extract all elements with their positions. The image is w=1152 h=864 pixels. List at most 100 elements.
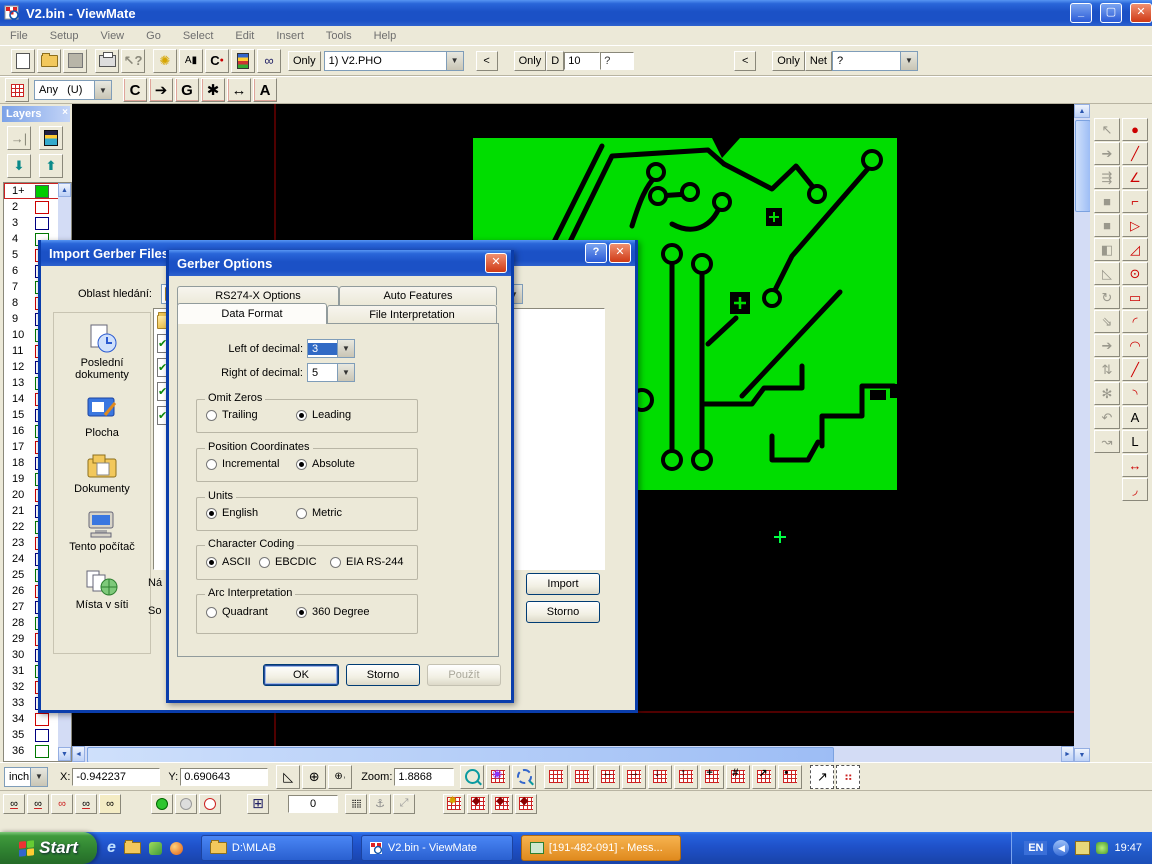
titlebar[interactable]: V2.bin - ViewMate _ ▢ ✕	[0, 0, 1152, 26]
green-app-icon[interactable]	[149, 842, 162, 855]
menu-file[interactable]: File	[10, 30, 28, 42]
shape-tool-button[interactable]: ✱	[201, 78, 225, 102]
apply-button[interactable]: Použít	[427, 664, 501, 686]
circle-tool-button[interactable]: C●	[205, 49, 229, 73]
edit-tool-button[interactable]: ■	[1094, 190, 1120, 213]
tray-icq-icon[interactable]	[1096, 842, 1108, 854]
measure-film-button[interactable]: A▮	[179, 49, 203, 73]
shape-filter-combobox[interactable]: Any (U) ▼	[34, 80, 112, 100]
right-of-decimal-combobox[interactable]: 5 ▼	[307, 363, 355, 382]
save-button[interactable]	[63, 49, 87, 73]
edit-tool-button[interactable]: ⇶	[1094, 166, 1120, 189]
shape-tool-button[interactable]: A	[253, 78, 277, 102]
shape-tool-button[interactable]: G	[175, 78, 199, 102]
draw-tool-button[interactable]: ╱	[1122, 142, 1148, 165]
draw-tool-button[interactable]: ↔	[1122, 454, 1148, 477]
chevron-down-icon[interactable]: ▼	[337, 364, 354, 381]
task-viewmate[interactable]: V2.bin - ViewMate	[361, 835, 513, 861]
only-dcode-button[interactable]: Only	[514, 51, 547, 71]
layer-combobox[interactable]: 1) V2.PHO ▼	[324, 51, 464, 71]
edit-tool-button[interactable]: ➔	[1094, 142, 1120, 165]
view-sketch-button[interactable]: ∞	[99, 794, 121, 814]
highlight-outline-button[interactable]	[199, 794, 221, 814]
draw-tool-button[interactable]: ╱	[1122, 358, 1148, 381]
radio-icon[interactable]	[296, 508, 307, 519]
layer-color-swatch[interactable]	[35, 185, 49, 198]
flash-aperture-button[interactable]: ✸	[443, 794, 465, 814]
pan-grid-button[interactable]: ↓	[648, 765, 672, 789]
draw-tool-button[interactable]: ◿	[1122, 238, 1148, 261]
zoom-in-button[interactable]	[460, 765, 484, 789]
menu-insert[interactable]: Insert	[276, 30, 304, 42]
draw-tool-button[interactable]: ▷	[1122, 214, 1148, 237]
menu-view[interactable]: View	[100, 30, 124, 42]
tile-windows-button[interactable]: ⊞	[247, 794, 269, 814]
radio-english[interactable]: English	[206, 507, 258, 519]
scroll-left-icon[interactable]: ◄	[72, 746, 85, 762]
new-file-button[interactable]	[11, 49, 35, 73]
only-layer-button[interactable]: Only	[288, 51, 321, 71]
close-icon[interactable]: ×	[62, 107, 68, 118]
radio-360-degree[interactable]: 360 Degree	[296, 606, 370, 618]
radio-icon[interactable]	[330, 557, 341, 568]
chevron-down-icon[interactable]: ▼	[900, 52, 917, 70]
film-layers-button[interactable]	[231, 49, 255, 73]
select-items-button[interactable]: ⠶	[836, 765, 860, 789]
tray-notes-icon[interactable]	[1075, 841, 1090, 855]
scrollbar-thumb[interactable]	[87, 747, 834, 763]
edit-tool-button[interactable]: ◧	[1094, 238, 1120, 261]
pad-diamond-s-button[interactable]: ◆˒	[491, 794, 513, 814]
edit-tool-button[interactable]: ✻	[1094, 382, 1120, 405]
origin-crosshair-button[interactable]: ⊕	[302, 765, 326, 789]
tab-auto-features[interactable]: Auto Features	[339, 286, 497, 305]
draw-tool-button[interactable]: ⊙	[1122, 262, 1148, 285]
menu-select[interactable]: Select	[183, 30, 214, 42]
view-pads-button[interactable]: ∞	[51, 794, 73, 814]
dcode-input[interactable]: 10	[564, 52, 600, 70]
radio-icon[interactable]	[296, 459, 307, 470]
tray-chevron-icon[interactable]: ◀	[1053, 840, 1069, 856]
ie-icon[interactable]: e	[107, 839, 116, 857]
close-button[interactable]: ✕	[1130, 3, 1152, 23]
radio-metric[interactable]: Metric	[296, 507, 342, 519]
layer-color-swatch[interactable]	[35, 729, 49, 742]
scroll-down-icon[interactable]: ▼	[1074, 748, 1090, 762]
prev-layer-button[interactable]: <	[476, 51, 498, 71]
dcode-query-input[interactable]: ?	[600, 52, 634, 70]
draw-tool-button[interactable]: ◠	[1122, 334, 1148, 357]
left-of-decimal-combobox[interactable]: 3 ▼	[307, 339, 355, 358]
scroll-up-icon[interactable]: ▲	[1074, 104, 1090, 118]
select-area-button[interactable]: ↗	[810, 765, 834, 789]
cancel-button[interactable]: Storno	[346, 664, 420, 686]
draw-tool-button[interactable]: ▭	[1122, 286, 1148, 309]
radio-trailing[interactable]: Trailing	[206, 409, 258, 421]
layer-color-swatch[interactable]	[35, 713, 49, 726]
radio-absolute[interactable]: Absolute	[296, 458, 355, 470]
draw-tool-button[interactable]: ●	[1122, 118, 1148, 141]
zoom-window-button[interactable]	[512, 765, 536, 789]
pan-grid-button[interactable]: #	[726, 765, 750, 789]
language-indicator[interactable]: EN	[1024, 841, 1047, 855]
radio-icon[interactable]	[206, 459, 217, 470]
menu-help[interactable]: Help	[374, 30, 397, 42]
pan-grid-button[interactable]: ←	[596, 765, 620, 789]
start-button[interactable]: Start	[0, 832, 97, 864]
draw-tool-button[interactable]: ◜	[1122, 310, 1148, 333]
dialog-help-button[interactable]: ?	[585, 243, 607, 263]
scrollbar-thumb[interactable]	[1075, 120, 1091, 212]
anchor-button[interactable]: ⚓	[369, 794, 391, 814]
pan-grid-button[interactable]: ↗	[752, 765, 776, 789]
import-button[interactable]: Import	[526, 573, 600, 595]
radio-icon[interactable]	[296, 410, 307, 421]
chevron-down-icon[interactable]: ▼	[446, 52, 463, 70]
maximize-button[interactable]: ▢	[1100, 3, 1122, 23]
import-cancel-button[interactable]: Storno	[526, 601, 600, 623]
shape-tool-button[interactable]: C	[123, 78, 147, 102]
inspect-ruler-button[interactable]: ∞	[257, 49, 281, 73]
shape-tool-button[interactable]: ↔	[227, 78, 251, 102]
layer-color-swatch[interactable]	[35, 745, 49, 758]
snap-move-button[interactable]: ⤢	[393, 794, 415, 814]
edit-tool-button[interactable]: ↶	[1094, 406, 1120, 429]
layer-color-swatch[interactable]	[35, 217, 49, 230]
tab-data-format[interactable]: Data Format	[177, 303, 327, 324]
